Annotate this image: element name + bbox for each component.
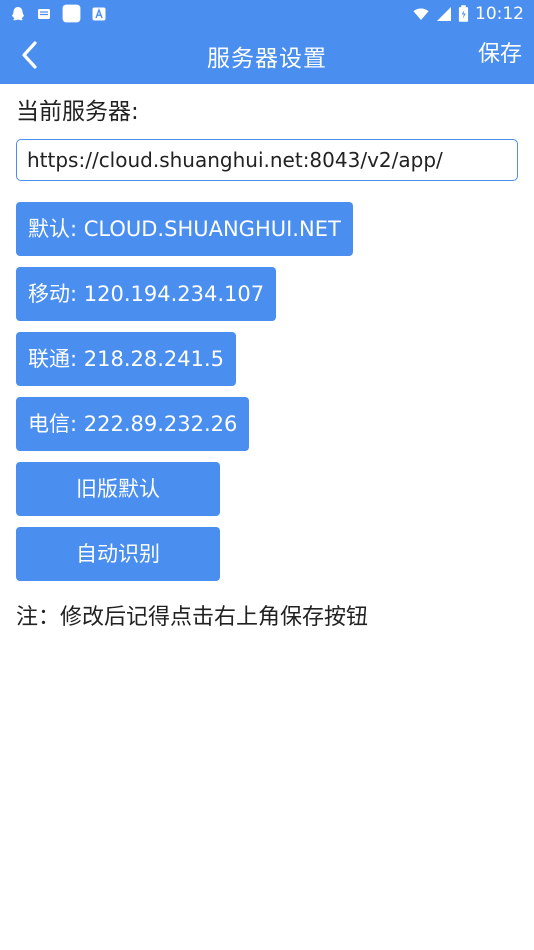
status-bar: 10:12 bbox=[0, 0, 534, 27]
button-row-mobile: 移动: 120.194.234.107 bbox=[16, 267, 518, 321]
auto-detect-button[interactable]: 自动识别 bbox=[16, 527, 220, 581]
status-left-icons bbox=[10, 4, 107, 23]
qq-icon bbox=[12, 6, 24, 20]
save-reminder-note: 注：修改后记得点击右上角保存按钮 bbox=[16, 605, 369, 630]
button-row-telecom: 电信: 222.89.232.26 bbox=[16, 397, 518, 451]
button-row-default: 默认: CLOUD.SHUANGHUI.NET bbox=[16, 202, 518, 256]
mobile-server-button[interactable]: 移动: 120.194.234.107 bbox=[16, 267, 277, 321]
button-row-unicom: 联通: 218.28.241.5 bbox=[16, 332, 518, 386]
server-url-input[interactable] bbox=[16, 139, 518, 181]
mail-icon bbox=[38, 8, 50, 19]
status-time: 10:12 bbox=[475, 3, 524, 24]
legacy-default-button[interactable]: 旧版默认 bbox=[16, 462, 220, 516]
app-bar: 服务器设置 保存 bbox=[0, 27, 534, 84]
chevron-left-icon bbox=[22, 41, 37, 69]
battery-icon bbox=[458, 5, 469, 22]
page-title: 服务器设置 bbox=[207, 45, 327, 72]
settings-content: 当前服务器: 默认: CLOUD.SHUANGHUI.NET 移动: 120.1… bbox=[16, 84, 518, 635]
default-server-button[interactable]: 默认: CLOUD.SHUANGHUI.NET bbox=[16, 202, 353, 256]
app-a-icon bbox=[92, 7, 106, 20]
unicom-server-button[interactable]: 联通: 218.28.241.5 bbox=[16, 332, 237, 386]
signal-icon bbox=[437, 6, 451, 21]
save-button[interactable]: 保存 bbox=[478, 39, 522, 71]
back-button[interactable] bbox=[10, 35, 50, 75]
notification-square-icon bbox=[62, 4, 81, 23]
button-row-auto: 自动识别 bbox=[16, 527, 518, 581]
wifi-icon bbox=[413, 8, 429, 20]
current-server-label: 当前服务器: bbox=[16, 99, 139, 125]
button-row-legacy: 旧版默认 bbox=[16, 462, 518, 516]
status-right-icons: 10:12 bbox=[412, 4, 524, 24]
telecom-server-button[interactable]: 电信: 222.89.232.26 bbox=[16, 397, 250, 451]
